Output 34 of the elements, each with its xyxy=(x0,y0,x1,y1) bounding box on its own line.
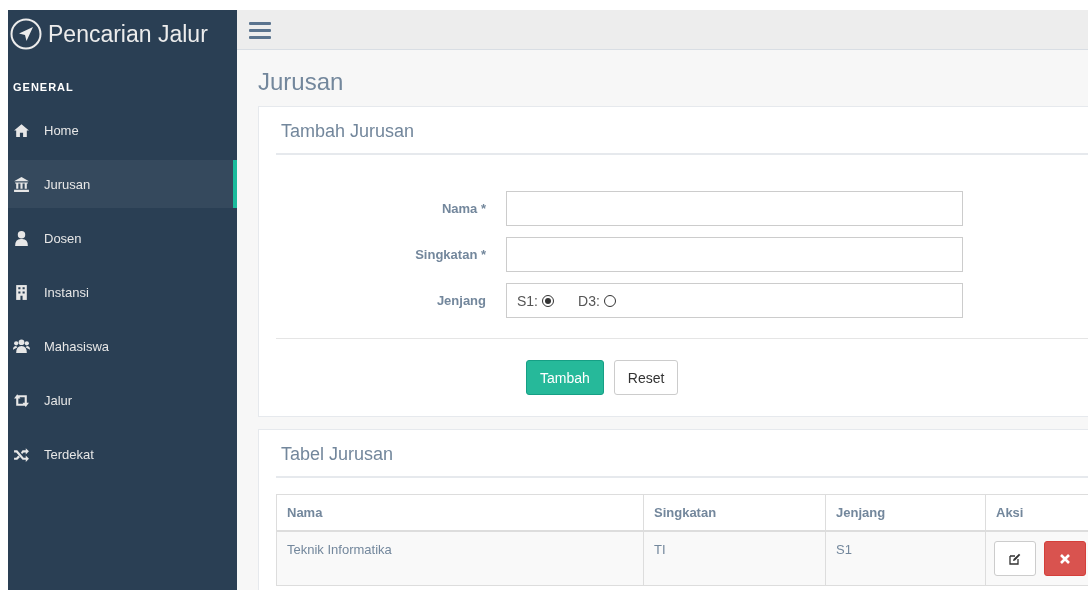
radio-option[interactable]: S1: xyxy=(517,292,554,309)
page-title: Jurusan xyxy=(258,68,344,96)
sidebar-item[interactable]: Jurusan xyxy=(8,160,237,208)
sidebar-item[interactable]: Jalur xyxy=(8,376,237,424)
table-cell: TI xyxy=(643,531,826,586)
section-heading: GENERAL xyxy=(13,81,74,93)
retweet-icon xyxy=(13,391,30,409)
text-field[interactable] xyxy=(506,191,963,226)
field-label: Nama * xyxy=(440,201,487,216)
field-label: Jenjang xyxy=(435,293,487,308)
panel-title: Tabel Jurusan xyxy=(280,443,395,466)
table-cell: S1 xyxy=(825,531,986,586)
sidebar-item[interactable]: Mahasiswa xyxy=(8,322,237,370)
menu-icon[interactable] xyxy=(249,20,273,39)
field-label: Singkatan * xyxy=(414,247,487,262)
edit-icon xyxy=(1009,552,1021,565)
bank-icon xyxy=(13,175,30,193)
close-icon xyxy=(1059,552,1071,565)
home-icon xyxy=(13,121,30,139)
sidebar-item[interactable]: Home xyxy=(8,106,237,154)
sidebar-item[interactable]: Instansi xyxy=(8,268,237,316)
app-title: Pencarian Jalur xyxy=(48,20,208,48)
user-icon xyxy=(13,229,30,247)
edit-button[interactable] xyxy=(994,541,1036,576)
panel-title: Tambah Jurusan xyxy=(280,120,416,143)
text-field[interactable] xyxy=(506,237,963,272)
sidebar-item[interactable]: Dosen xyxy=(8,214,237,262)
building-icon xyxy=(13,283,30,301)
table-cell: Teknik Informatika xyxy=(276,531,644,586)
users-icon xyxy=(13,337,30,355)
sidebar-item[interactable]: Terdekat xyxy=(8,430,237,478)
radio-option[interactable]: D3: xyxy=(578,292,616,309)
reset-button[interactable]: Reset xyxy=(613,360,679,395)
delete-button[interactable] xyxy=(1044,541,1086,576)
